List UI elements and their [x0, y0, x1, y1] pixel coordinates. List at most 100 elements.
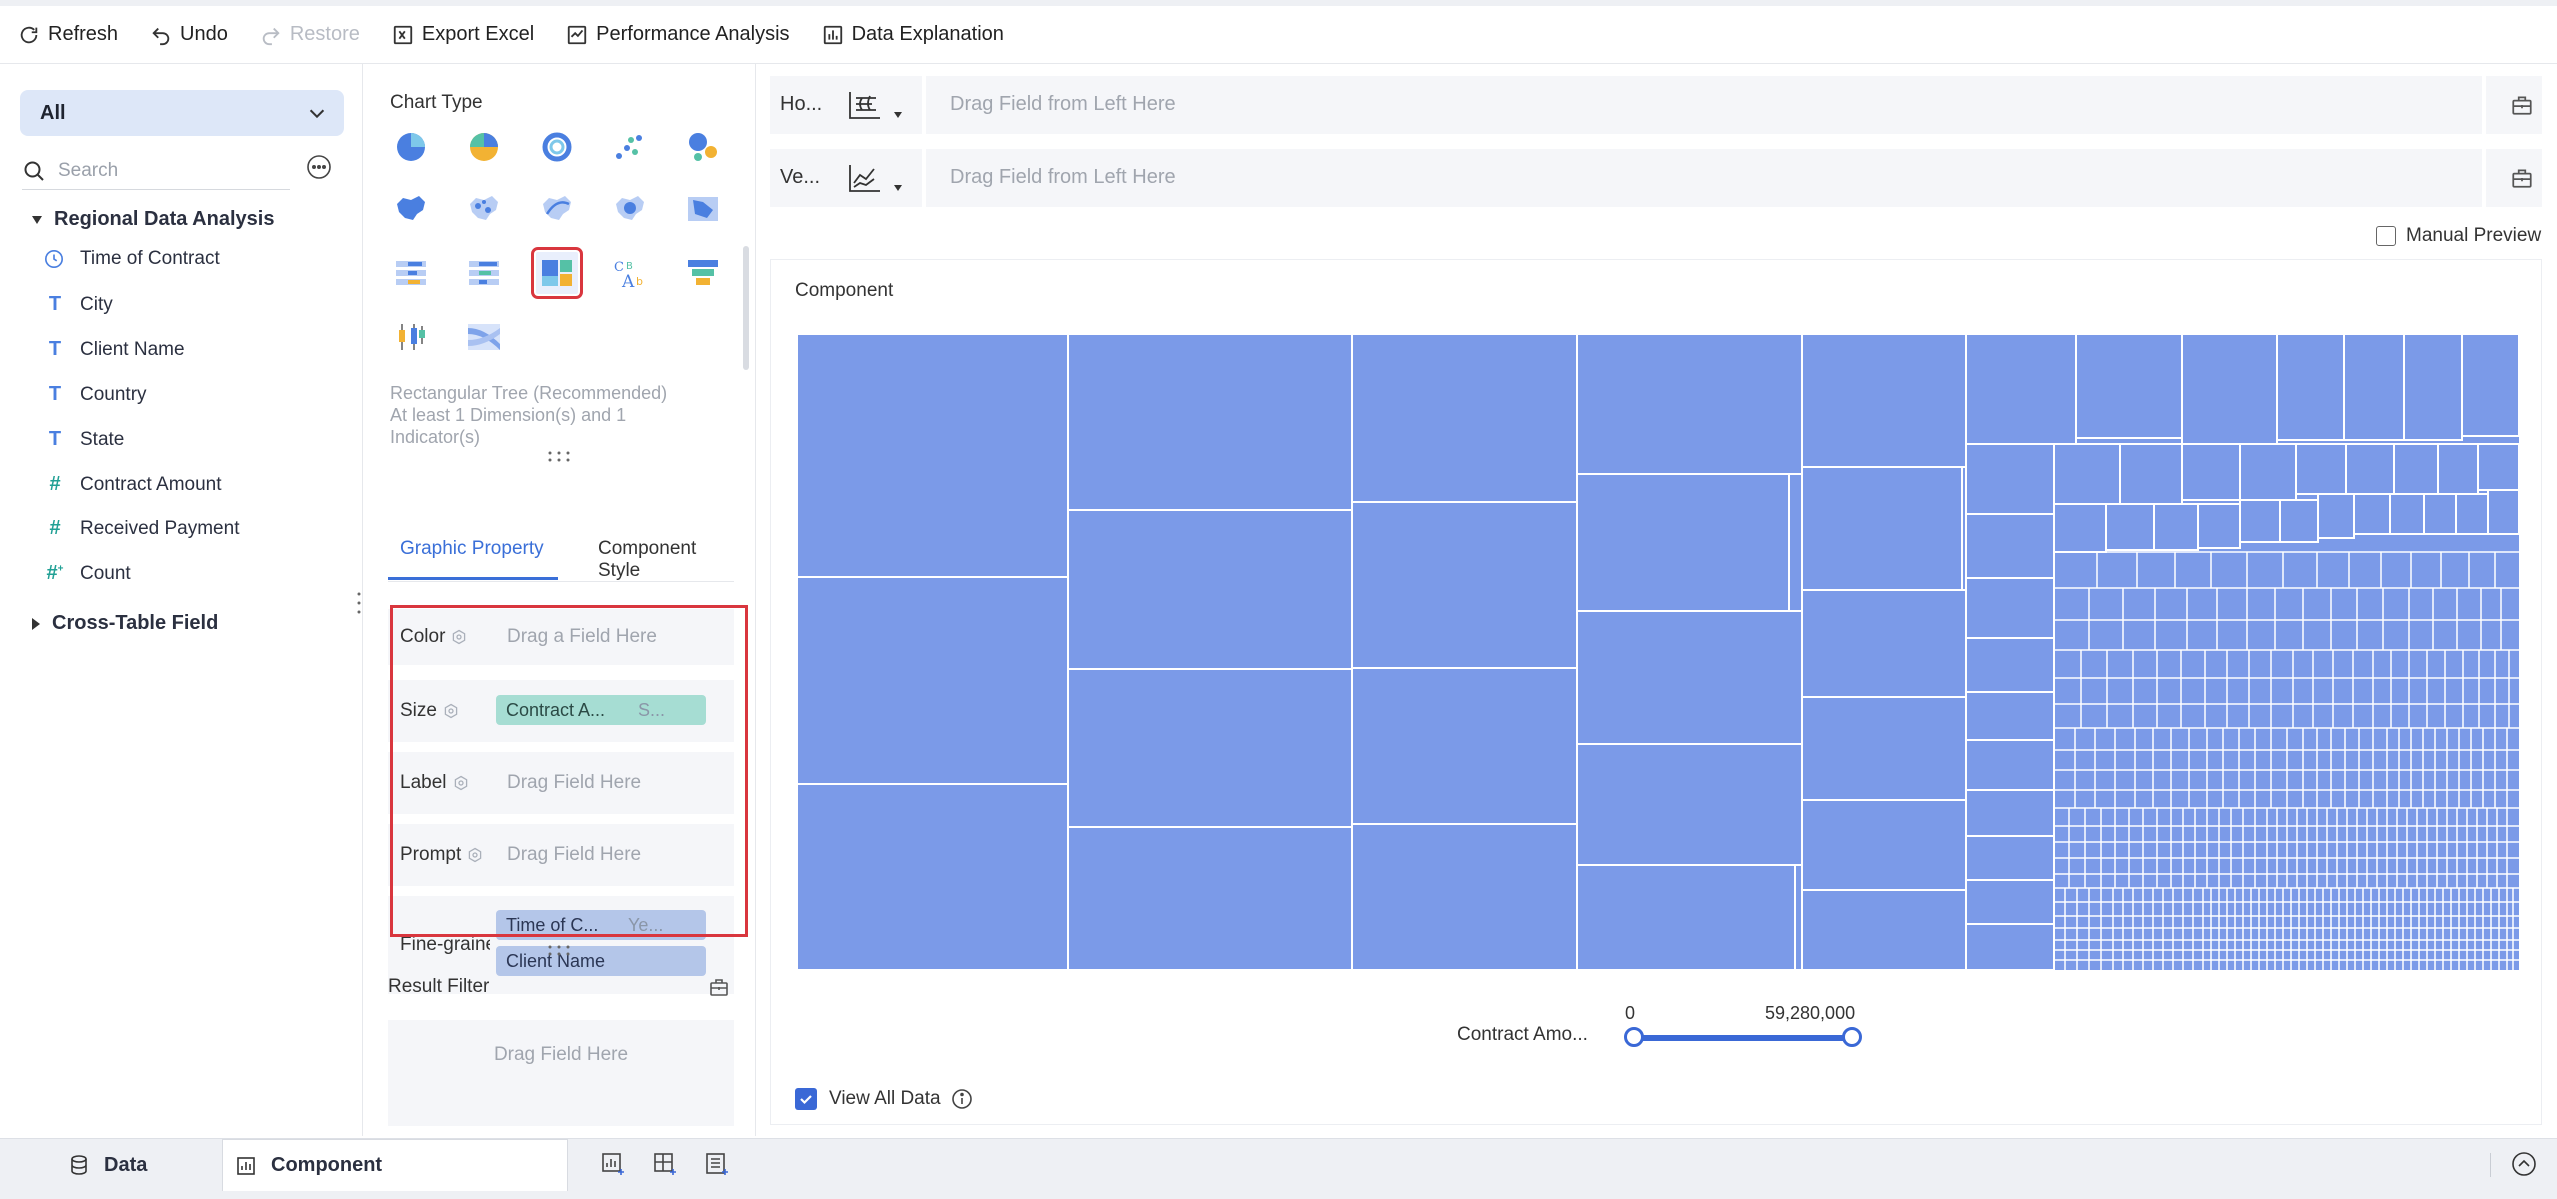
field-item[interactable]: T State — [44, 428, 124, 451]
field-label: Country — [80, 383, 147, 405]
view-all-data-checkbox[interactable]: View All Data — [795, 1088, 973, 1110]
scatter-icon[interactable] — [609, 126, 651, 168]
donut-chart-icon[interactable] — [536, 126, 578, 168]
divider — [2482, 76, 2486, 134]
manual-preview-checkbox[interactable]: Manual Preview — [2376, 225, 2541, 247]
treemap-small-cells — [2054, 551, 2519, 970]
candlestick-icon[interactable] — [390, 316, 432, 358]
vertical-axis-drop-zone[interactable]: Drag Field from Left Here — [950, 166, 1176, 189]
manual-preview-label: Manual Preview — [2406, 225, 2542, 246]
field-item[interactable]: T Country — [44, 383, 147, 406]
tree-group-regional-data-analysis[interactable]: Regional Data Analysis — [32, 208, 274, 231]
treemap-cell — [1965, 637, 2055, 693]
chart-type-description: Rectangular Tree (Recommended) At least … — [390, 383, 668, 447]
treemap-cell — [1788, 473, 1803, 612]
tab-graphic-property[interactable]: Graphic Property — [400, 538, 544, 560]
dropdown-caret-icon[interactable] — [894, 185, 902, 191]
clock-icon — [45, 250, 63, 268]
region-map-icon[interactable] — [390, 188, 432, 230]
treemap-cell — [1965, 739, 2055, 791]
horizontal-axis-drop-zone[interactable]: Drag Field from Left Here — [950, 93, 1176, 116]
treemap-cell — [2423, 493, 2457, 535]
field-item[interactable]: # Received Payment — [44, 517, 239, 540]
treemap-cell — [1801, 589, 1967, 698]
checkbox-box[interactable] — [2376, 226, 2396, 246]
field-label: Contract Amount — [80, 473, 222, 495]
toolbox-icon[interactable] — [2510, 93, 2534, 117]
tab-data[interactable]: Data — [68, 1139, 147, 1191]
multi-pie-icon[interactable] — [463, 126, 505, 168]
add-report-icon[interactable] — [704, 1151, 730, 1177]
treemap-cell — [1965, 691, 2055, 741]
chart-type-scrollbar[interactable] — [743, 246, 749, 370]
treemap-cell — [2105, 503, 2155, 551]
info-icon[interactable] — [951, 1088, 973, 1110]
restore-button[interactable]: Restore — [260, 6, 360, 64]
treemap-cell — [2487, 489, 2519, 535]
treemap-cell — [1801, 889, 1967, 970]
treemap-icon[interactable] — [531, 247, 583, 299]
divider — [922, 76, 926, 134]
range-slider-track[interactable] — [1634, 1035, 1852, 1041]
treemap-cell — [1965, 835, 2055, 881]
treemap-cell — [1965, 923, 2055, 970]
field-search-input[interactable]: Search — [22, 152, 290, 190]
add-dashboard-icon[interactable] — [652, 1151, 678, 1177]
undo-icon — [152, 27, 170, 45]
export-excel-label: Export Excel — [421, 23, 535, 45]
funnel-icon[interactable] — [682, 252, 724, 294]
component-preview: Component Contract Amo... 0 59,280,000 V… — [770, 259, 2542, 1125]
sankey-icon[interactable] — [463, 316, 505, 358]
result-filter-drop-zone[interactable]: Drag Field Here — [388, 1020, 734, 1126]
vertical-axis-chart-icon[interactable] — [846, 163, 882, 193]
heat-map-icon[interactable] — [609, 188, 651, 230]
export-excel-button[interactable]: Export Excel — [392, 6, 534, 64]
treemap-cell — [1067, 334, 1353, 511]
field-label: Count — [80, 562, 131, 584]
tree-group-label: Cross-Table Field — [52, 612, 219, 634]
treemap-cell — [1351, 501, 1578, 669]
slider-max-handle[interactable] — [1842, 1027, 1862, 1047]
field-item[interactable]: T Client Name — [44, 338, 185, 361]
field-item[interactable]: T City — [44, 293, 113, 316]
field-item[interactable]: # Contract Amount — [44, 473, 222, 496]
tab-component-style[interactable]: Component Style — [598, 538, 734, 582]
tree-group-cross-table[interactable]: Cross-Table Field — [32, 612, 218, 635]
point-map-icon[interactable] — [463, 188, 505, 230]
fine-field-pill-client[interactable]: Client Name — [496, 946, 706, 976]
bar-table-icon[interactable] — [390, 252, 432, 294]
treemap-cell — [1067, 826, 1353, 970]
bubble-icon[interactable] — [682, 126, 724, 168]
treemap-chart[interactable] — [797, 334, 2519, 970]
toolbox-icon[interactable] — [708, 976, 730, 998]
undo-button[interactable]: Undo — [150, 6, 228, 64]
tab-component[interactable]: Component — [222, 1139, 568, 1191]
pie-chart-icon[interactable] — [390, 126, 432, 168]
add-component-icon[interactable] — [600, 1151, 626, 1177]
list-bar-icon[interactable] — [463, 252, 505, 294]
collapse-up-icon[interactable] — [2511, 1151, 2537, 1177]
slider-min-handle[interactable] — [1624, 1027, 1644, 1047]
horizontal-axis-chart-icon[interactable] — [846, 90, 882, 120]
resize-handle-icon[interactable] — [546, 450, 572, 462]
performance-analysis-button[interactable]: Performance Analysis — [566, 6, 790, 64]
more-options-icon[interactable] — [306, 154, 332, 180]
area-map-icon[interactable] — [682, 188, 724, 230]
refresh-button[interactable]: Refresh — [18, 6, 118, 64]
field-item[interactable]: Time of Contract — [44, 248, 220, 270]
dataset-select[interactable]: All — [20, 90, 344, 136]
treemap-cell — [1351, 823, 1578, 970]
field-item[interactable]: #+ Count — [44, 562, 131, 585]
horizontal-axis-label: Ho... — [780, 93, 823, 115]
bottom-tab-bar: Data Component — [0, 1138, 2557, 1199]
toolbox-icon[interactable] — [2510, 166, 2534, 190]
resize-handle-icon[interactable] — [546, 944, 572, 956]
dropdown-caret-icon[interactable] — [894, 112, 902, 118]
checkbox-checked[interactable] — [795, 1088, 817, 1110]
word-cloud-icon[interactable]: CBAb — [609, 252, 651, 294]
svg-text:b: b — [636, 275, 643, 288]
treemap-cell — [1067, 668, 1353, 828]
data-explanation-button[interactable]: Data Explanation — [822, 6, 1004, 64]
flow-map-icon[interactable] — [536, 188, 578, 230]
refresh-label: Refresh — [48, 23, 119, 45]
